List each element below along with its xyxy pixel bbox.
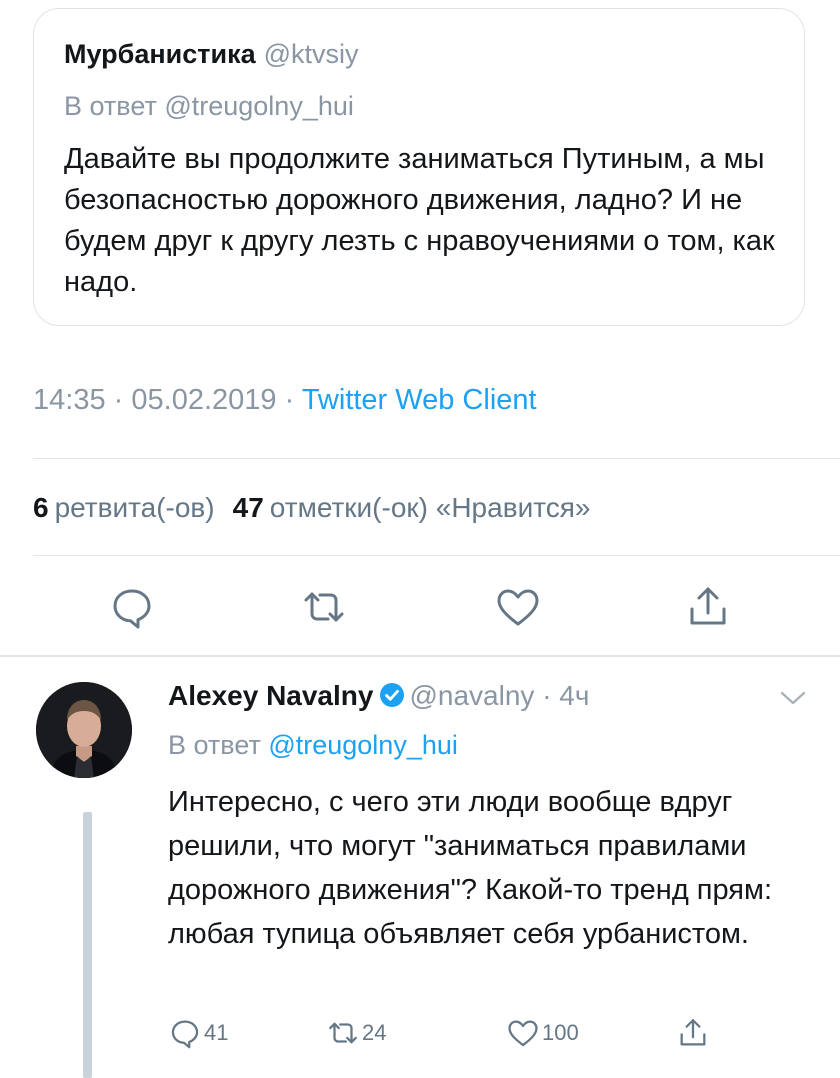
retweet-action-button[interactable]: 24 [326,1015,386,1051]
retweet-count: 24 [362,1020,387,1045]
divider [33,555,840,556]
share-small-icon [680,1019,706,1046]
tweet-date: 05.02.2019 [131,384,277,416]
reply-handle: @navalny [409,680,535,711]
chevron-down-icon[interactable] [778,688,808,708]
reply-separator: · [542,680,552,711]
tweet-time: 14:35 [33,384,106,416]
like-action-button[interactable]: 100 [506,1015,579,1051]
quoted-reply-mention: @treugolny_hui [164,91,354,121]
like-small-icon [508,1020,538,1047]
meta-separator: · [113,384,124,416]
reply-display-name[interactable]: Alexey Navalny [168,680,373,711]
tweet-meta: 14:35 · 05.02.2019 · Twitter Web Client [33,384,537,417]
thread-line [83,812,92,1078]
quoted-reply-prefix: В ответ [64,91,157,121]
reply-icon[interactable] [108,583,156,631]
reply-prefix: В ответ [168,730,261,760]
reply-action-button[interactable]: 41 [168,1015,228,1051]
retweet-small-icon [329,1022,357,1044]
like-count: 100 [542,1020,579,1045]
retweets-count: 6 [33,492,49,523]
reply-time: 4ч [559,680,590,711]
reply-context: В ответ @treugolny_hui [168,730,458,761]
quoted-tweet-header: Мурбанистика @ktvsiy [64,39,359,70]
verified-badge-icon [379,682,405,708]
share-action-button[interactable] [676,1015,710,1051]
likes-count: 47 [232,492,264,523]
share-icon[interactable] [684,583,732,631]
quoted-handle: @ktvsiy [263,39,359,69]
reply-tweet-text: Интересно, с чего эти люди вообще вдруг … [168,786,773,950]
divider [33,458,840,459]
quoted-tweet-card[interactable]: Мурбанистика @ktvsiy В ответ @treugolny_h… [33,8,805,326]
reply-count: 41 [204,1020,229,1045]
like-icon[interactable] [494,583,542,631]
reply-tweet-header: Alexey Navalny @navalny · 4ч [168,680,589,712]
tweet-stats[interactable]: 6 ретвита(-ов) 47 отметки(-ок) «Нравится» [33,492,590,524]
reply-mention-link[interactable]: @treugolny_hui [268,730,458,760]
avatar[interactable] [36,682,132,778]
tweet-separator [0,655,840,657]
likes-label: отметки(-ок) «Нравится» [269,492,591,523]
reply-small-icon [171,1020,199,1049]
retweet-icon[interactable] [300,583,348,631]
tweet-client-link[interactable]: Twitter Web Client [302,384,537,416]
quoted-display-name: Мурбанистика [64,39,256,69]
quoted-reply-context: В ответ @treugolny_hui [64,91,354,122]
quoted-tweet-text: Давайте вы продолжите заниматься Путиным… [64,143,775,298]
retweets-label: ретвита(-ов) [54,492,215,523]
meta-separator-2: · [284,384,295,416]
